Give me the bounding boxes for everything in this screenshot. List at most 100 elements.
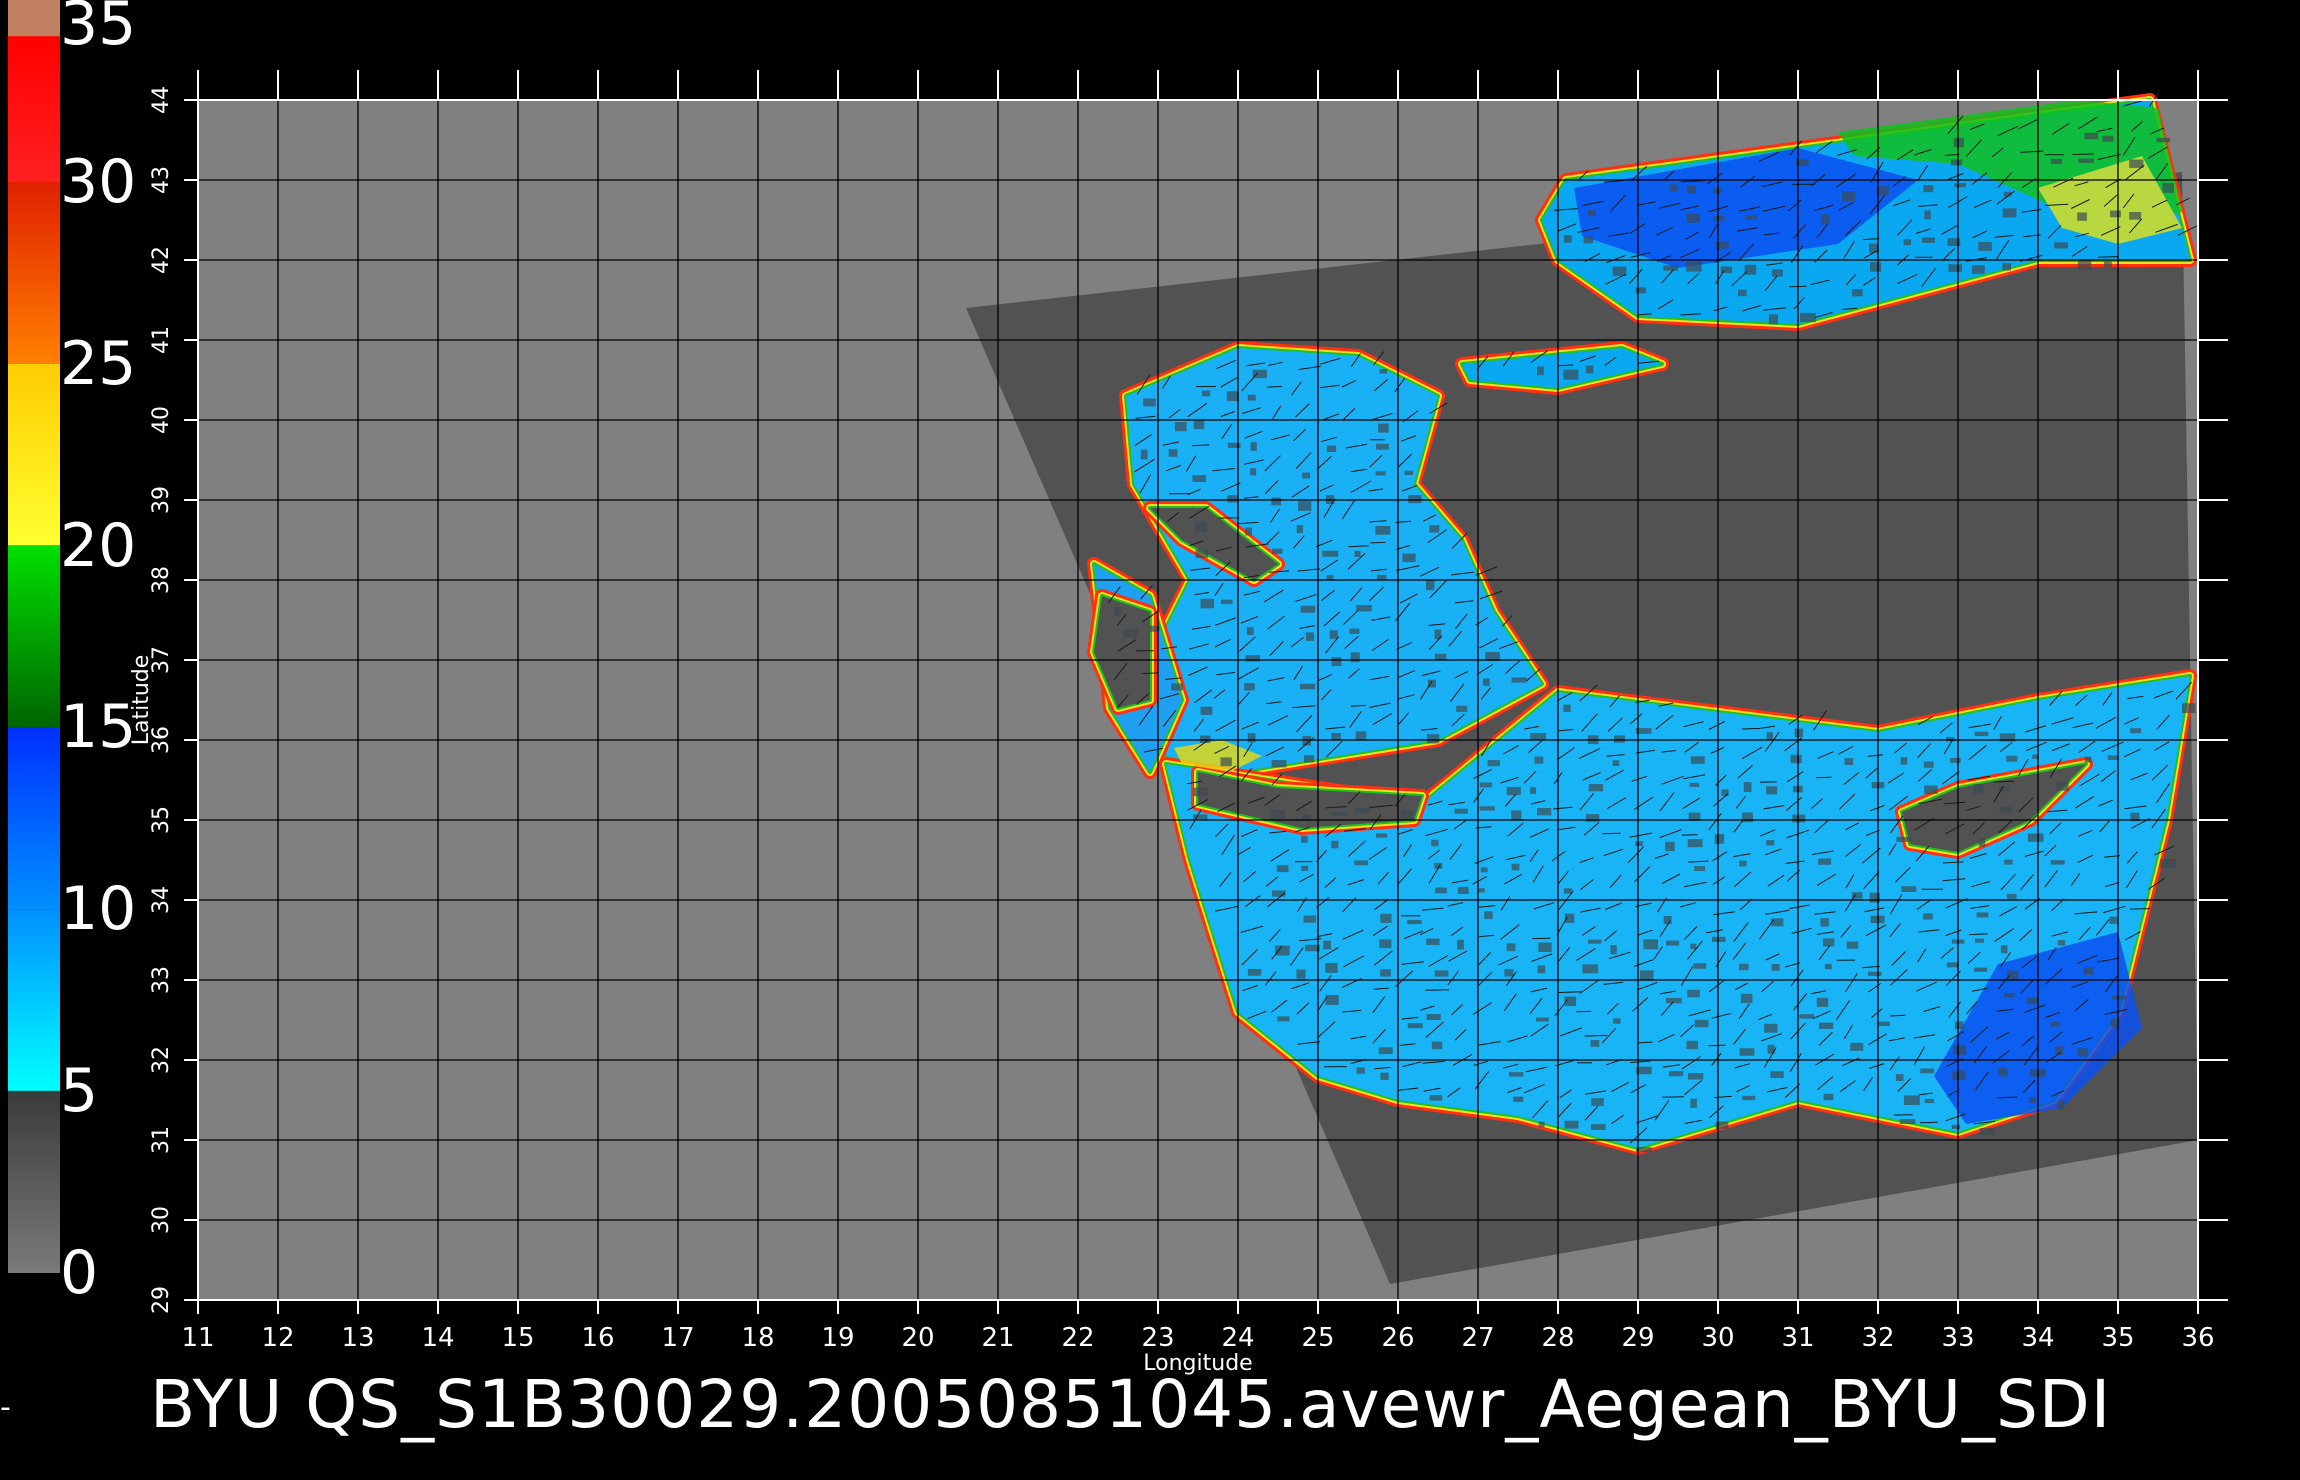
low-wind-cell <box>1954 183 1966 188</box>
lon-tick-label: 33 <box>1941 1323 1974 1353</box>
low-wind-cell <box>1896 836 1911 842</box>
low-wind-cell <box>1326 445 1337 452</box>
low-wind-cell <box>1738 289 1747 297</box>
low-wind-cell <box>1687 839 1703 848</box>
low-wind-cell <box>1563 704 1571 712</box>
low-wind-cell <box>1322 550 1339 557</box>
low-wind-cell <box>2006 755 2018 762</box>
low-wind-cell <box>1429 525 1440 533</box>
low-wind-cell <box>1402 553 1416 563</box>
low-wind-cell <box>2077 260 2092 270</box>
low-wind-cell <box>1766 786 1778 795</box>
low-wind-cell <box>2006 970 2019 981</box>
low-wind-cell <box>1772 269 1783 277</box>
low-wind-cell <box>1250 442 1257 451</box>
low-wind-cell <box>1739 860 1747 867</box>
low-wind-cell <box>1687 989 1700 998</box>
low-wind-cell <box>1818 858 1832 865</box>
low-wind-cell <box>1375 526 1391 535</box>
lat-tick-label: 30 <box>149 1206 174 1234</box>
low-wind-cell <box>1613 1018 1621 1024</box>
low-wind-cell <box>1742 812 1753 823</box>
wind-vector <box>1968 933 1988 936</box>
low-wind-cell <box>1250 468 1257 476</box>
low-wind-cell <box>1246 627 1254 635</box>
low-wind-cell <box>1534 756 1544 764</box>
low-wind-cell <box>1454 808 1468 814</box>
low-wind-cell <box>1923 185 1934 193</box>
low-wind-cell <box>1537 965 1546 974</box>
lat-tick-label: 42 <box>149 246 174 274</box>
low-wind-cell <box>1850 1042 1864 1051</box>
low-wind-cell <box>1764 1023 1778 1033</box>
low-wind-cell <box>1869 243 1879 253</box>
low-wind-cell <box>1511 810 1522 821</box>
low-wind-cell <box>1220 757 1232 767</box>
low-wind-cell <box>1220 599 1233 605</box>
low-wind-cell <box>1975 938 1984 943</box>
low-wind-cell <box>1356 605 1372 612</box>
low-wind-cell <box>1588 939 1602 944</box>
lat-tick-label: 39 <box>149 486 174 514</box>
low-wind-cell <box>1900 757 1908 765</box>
low-wind-cell <box>1790 754 1802 764</box>
lon-tick-label: 15 <box>501 1323 534 1353</box>
low-wind-cell <box>2000 945 2008 954</box>
map-plot: 11 12 13 14 15 16 17 18 19 20 21 22 23 24 25 26 27 28 29 30… <box>129 70 2228 1376</box>
low-wind-cell <box>1375 471 1386 476</box>
low-wind-cell <box>1457 886 1469 894</box>
low-wind-cell <box>1247 969 1262 976</box>
low-wind-cell <box>1822 938 1835 947</box>
low-wind-cell <box>1694 866 1705 871</box>
low-wind-cell <box>2111 995 2127 1000</box>
low-wind-cell <box>2004 993 2015 998</box>
low-wind-cell <box>2109 916 2117 924</box>
low-wind-cell <box>1270 809 1285 820</box>
low-wind-cell <box>1744 264 1757 275</box>
wind-vector <box>1741 727 1761 730</box>
low-wind-cell <box>1635 287 1646 294</box>
low-wind-cell <box>1800 312 1816 323</box>
lon-tick-label: 22 <box>1061 1323 1094 1353</box>
low-wind-cell <box>1171 683 1183 691</box>
low-wind-cell <box>1663 265 1678 271</box>
low-wind-cell <box>2110 210 2121 218</box>
low-wind-cell <box>1296 525 1303 534</box>
low-wind-cell <box>1972 265 1985 274</box>
lon-tick-label: 12 <box>261 1323 294 1353</box>
left-edge-mark: - <box>0 1390 11 1425</box>
lat-tick-label: 34 <box>149 886 174 914</box>
low-wind-cell <box>1487 760 1500 767</box>
lon-tick-label: 35 <box>2101 1323 2134 1353</box>
wind-vector <box>1993 780 2014 783</box>
low-wind-cell <box>1614 735 1625 743</box>
low-wind-cell <box>1979 1127 1996 1135</box>
low-wind-cell <box>1954 1021 1964 1029</box>
low-wind-cell <box>1739 963 1749 971</box>
low-wind-cell <box>1976 912 1989 918</box>
low-wind-cell <box>1227 495 1237 503</box>
low-wind-cell <box>1585 814 1600 822</box>
lon-tick-label: 26 <box>1381 1323 1414 1353</box>
low-wind-cell <box>1876 186 1889 196</box>
low-wind-cell <box>1799 1014 1815 1019</box>
low-wind-cell <box>1951 1124 1960 1129</box>
low-wind-cell <box>1538 942 1552 952</box>
low-wind-cell <box>1303 755 1315 763</box>
wind-vector <box>2072 153 2094 155</box>
low-wind-cell <box>1429 1095 1443 1101</box>
low-wind-cell <box>2107 755 2118 760</box>
low-wind-cell <box>2026 997 2039 1005</box>
low-wind-cell <box>1331 840 1339 849</box>
low-wind-cell <box>1588 784 1604 792</box>
low-wind-cell <box>1899 1119 1916 1124</box>
low-wind-cell <box>1245 527 1252 536</box>
low-wind-cell <box>1276 865 1289 873</box>
lon-tick-label: 21 <box>981 1323 1014 1353</box>
low-wind-cell <box>1895 1074 1904 1081</box>
lon-tick-label: 23 <box>1141 1323 1174 1353</box>
low-wind-cell <box>2083 967 2094 975</box>
low-wind-cell <box>1331 657 1342 666</box>
low-wind-cell <box>2054 242 2068 249</box>
wind-vector <box>1425 989 1450 991</box>
